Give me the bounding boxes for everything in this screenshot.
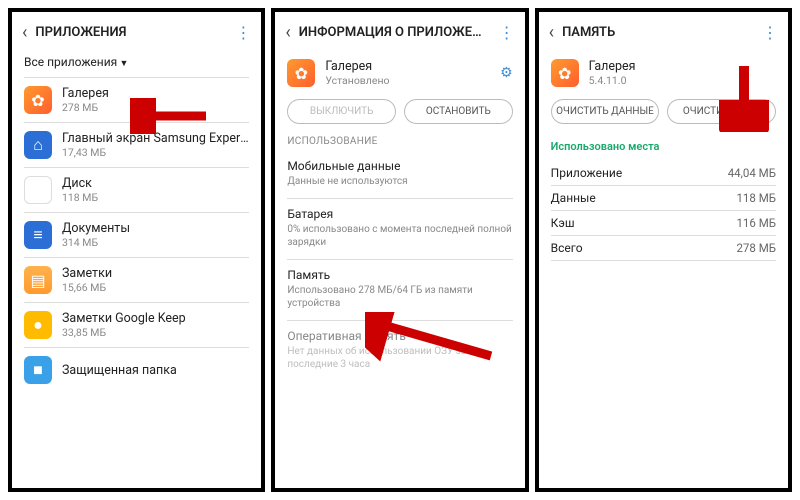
- mobile-data-sub: Данные не используются: [287, 175, 512, 188]
- battery-sub: 0% использовано с момента последней полн…: [287, 223, 512, 249]
- app-row-title: Защищенная папка: [62, 363, 249, 378]
- divider: [287, 198, 512, 199]
- app-row-size: 118 МБ: [62, 191, 249, 204]
- back-icon[interactable]: ‹: [285, 22, 290, 43]
- gear-icon[interactable]: ⚙: [500, 65, 513, 81]
- panel-memory: ‹ ПАМЯТЬ ⋮ ✿ Галерея 5.4.11.0 ОЧИСТИТЬ Д…: [535, 8, 792, 492]
- app-version: 5.4.11.0: [589, 74, 776, 87]
- header: ‹ ИНФОРМАЦИЯ О ПРИЛОЖЕНИИ ⋮: [275, 12, 524, 49]
- ram-sub: Нет данных об использовании ОЗУ за после…: [287, 345, 512, 371]
- app-name: Галерея: [589, 59, 776, 74]
- app-row[interactable]: ⌂ Главный экран Samsung Experie..17,43 МБ: [12, 123, 261, 167]
- gallery-icon: ✿: [287, 59, 315, 87]
- gallery-icon: ✿: [551, 59, 579, 87]
- storage-breakdown: Приложение 44,04 МБ Данные 118 МБ Кэш 116 МБ В…: [539, 161, 788, 261]
- memory-sub: Использовано 278 МБ/64 ГБ из памяти устр…: [287, 284, 512, 310]
- app-row-title: Главный экран Samsung Experie..: [62, 131, 249, 146]
- app-row-size: 17,43 МБ: [62, 146, 249, 159]
- app-header: ✿ Галерея Установлено ⚙: [275, 49, 524, 93]
- memory-row[interactable]: Память Использовано 278 МБ/64 ГБ из памя…: [275, 262, 524, 318]
- app-row[interactable]: ▤ Заметки15,66 МБ: [12, 258, 261, 302]
- stop-button[interactable]: ОСТАНОВИТЬ: [404, 99, 513, 124]
- header: ‹ ПАМЯТЬ ⋮: [539, 12, 788, 49]
- storage-value: 116 МБ: [736, 216, 776, 230]
- storage-row: Кэш 116 МБ: [539, 211, 788, 235]
- memory-title: Память: [287, 268, 512, 282]
- storage-key: Всего: [551, 241, 583, 255]
- storage-row: Данные 118 МБ: [539, 186, 788, 210]
- divider: [287, 259, 512, 260]
- battery-title: Батарея: [287, 207, 512, 221]
- storage-value: 44,04 МБ: [728, 166, 776, 180]
- more-icon[interactable]: ⋮: [235, 31, 251, 35]
- storage-row: Приложение 44,04 МБ: [539, 161, 788, 185]
- back-icon[interactable]: ‹: [549, 22, 554, 43]
- storage-key: Данные: [551, 191, 596, 205]
- app-header: ✿ Галерея 5.4.11.0: [539, 49, 788, 93]
- storage-key: Кэш: [551, 216, 575, 230]
- mobile-data-row[interactable]: Мобильные данные Данные не используются: [275, 153, 524, 196]
- app-list: ✿ Галерея278 МБ ⌂ Главный экран Samsung Exp…: [12, 78, 261, 488]
- header: ‹ ПРИЛОЖЕНИЯ ⋮: [12, 12, 261, 49]
- app-row-title: Заметки: [62, 266, 249, 281]
- app-row-size: 314 МБ: [62, 236, 249, 249]
- app-icon: ⌂: [24, 131, 52, 159]
- button-row: ВЫКЛЮЧИТЬ ОСТАНОВИТЬ: [275, 93, 524, 134]
- app-icon: ▤: [24, 266, 52, 294]
- storage-row: Всего 278 МБ: [539, 236, 788, 260]
- app-icon: ▲: [24, 176, 52, 204]
- storage-value: 118 МБ: [736, 191, 776, 205]
- app-row[interactable]: ▲ Диск118 МБ: [12, 168, 261, 212]
- button-row: ОЧИСТИТЬ ДАННЫЕ ОЧИСТИТЬ КЭШ: [539, 93, 788, 134]
- panel-app-info: ‹ ИНФОРМАЦИЯ О ПРИЛОЖЕНИИ ⋮ ✿ Галерея Ус…: [271, 8, 528, 492]
- battery-row[interactable]: Батарея 0% использовано с момента послед…: [275, 201, 524, 257]
- app-row-size: 33,85 МБ: [62, 326, 249, 339]
- ram-row[interactable]: Оперативная память Нет данных об использ…: [275, 323, 524, 379]
- app-row-title: Заметки Google Keep: [62, 311, 249, 326]
- divider: [551, 260, 776, 261]
- app-row[interactable]: ■ Защищенная папка: [12, 348, 261, 392]
- storage-value: 278 МБ: [736, 241, 776, 255]
- app-icon: ●: [24, 311, 52, 339]
- app-row-size: 15,66 МБ: [62, 281, 249, 294]
- header-title: ПРИЛОЖЕНИЯ: [35, 25, 227, 40]
- app-icon: ≡: [24, 221, 52, 249]
- app-row-title: Галерея: [62, 86, 249, 101]
- more-icon[interactable]: ⋮: [499, 31, 515, 35]
- storage-key: Приложение: [551, 166, 623, 180]
- app-row-size: 278 МБ: [62, 101, 249, 114]
- app-name: Галерея: [325, 59, 490, 74]
- mobile-data-title: Мобильные данные: [287, 159, 512, 173]
- clear-cache-button[interactable]: ОЧИСТИТЬ КЭШ: [667, 99, 776, 124]
- more-icon[interactable]: ⋮: [762, 31, 778, 35]
- clear-data-button[interactable]: ОЧИСТИТЬ ДАННЫЕ: [551, 99, 660, 124]
- panel-apps: ‹ ПРИЛОЖЕНИЯ ⋮ Все приложения ✿ Галерея27…: [8, 8, 265, 492]
- header-title: ИНФОРМАЦИЯ О ПРИЛОЖЕНИИ: [299, 25, 491, 40]
- usage-label: Использовано места: [539, 134, 788, 161]
- app-icon: ■: [24, 356, 52, 384]
- app-row[interactable]: ● Заметки Google Keep33,85 МБ: [12, 303, 261, 347]
- app-row-title: Документы: [62, 221, 249, 236]
- app-row-title: Диск: [62, 176, 249, 191]
- app-icon: ✿: [24, 86, 52, 114]
- disable-button[interactable]: ВЫКЛЮЧИТЬ: [287, 99, 396, 124]
- filter-dropdown[interactable]: Все приложения: [12, 49, 261, 77]
- back-icon[interactable]: ‹: [22, 22, 27, 43]
- header-title: ПАМЯТЬ: [562, 25, 754, 40]
- app-status: Установлено: [325, 74, 490, 87]
- ram-title: Оперативная память: [287, 329, 512, 343]
- app-row[interactable]: ✿ Галерея278 МБ: [12, 78, 261, 122]
- usage-section-label: ИСПОЛЬЗОВАНИЕ: [275, 134, 524, 153]
- app-row[interactable]: ≡ Документы314 МБ: [12, 213, 261, 257]
- divider: [287, 320, 512, 321]
